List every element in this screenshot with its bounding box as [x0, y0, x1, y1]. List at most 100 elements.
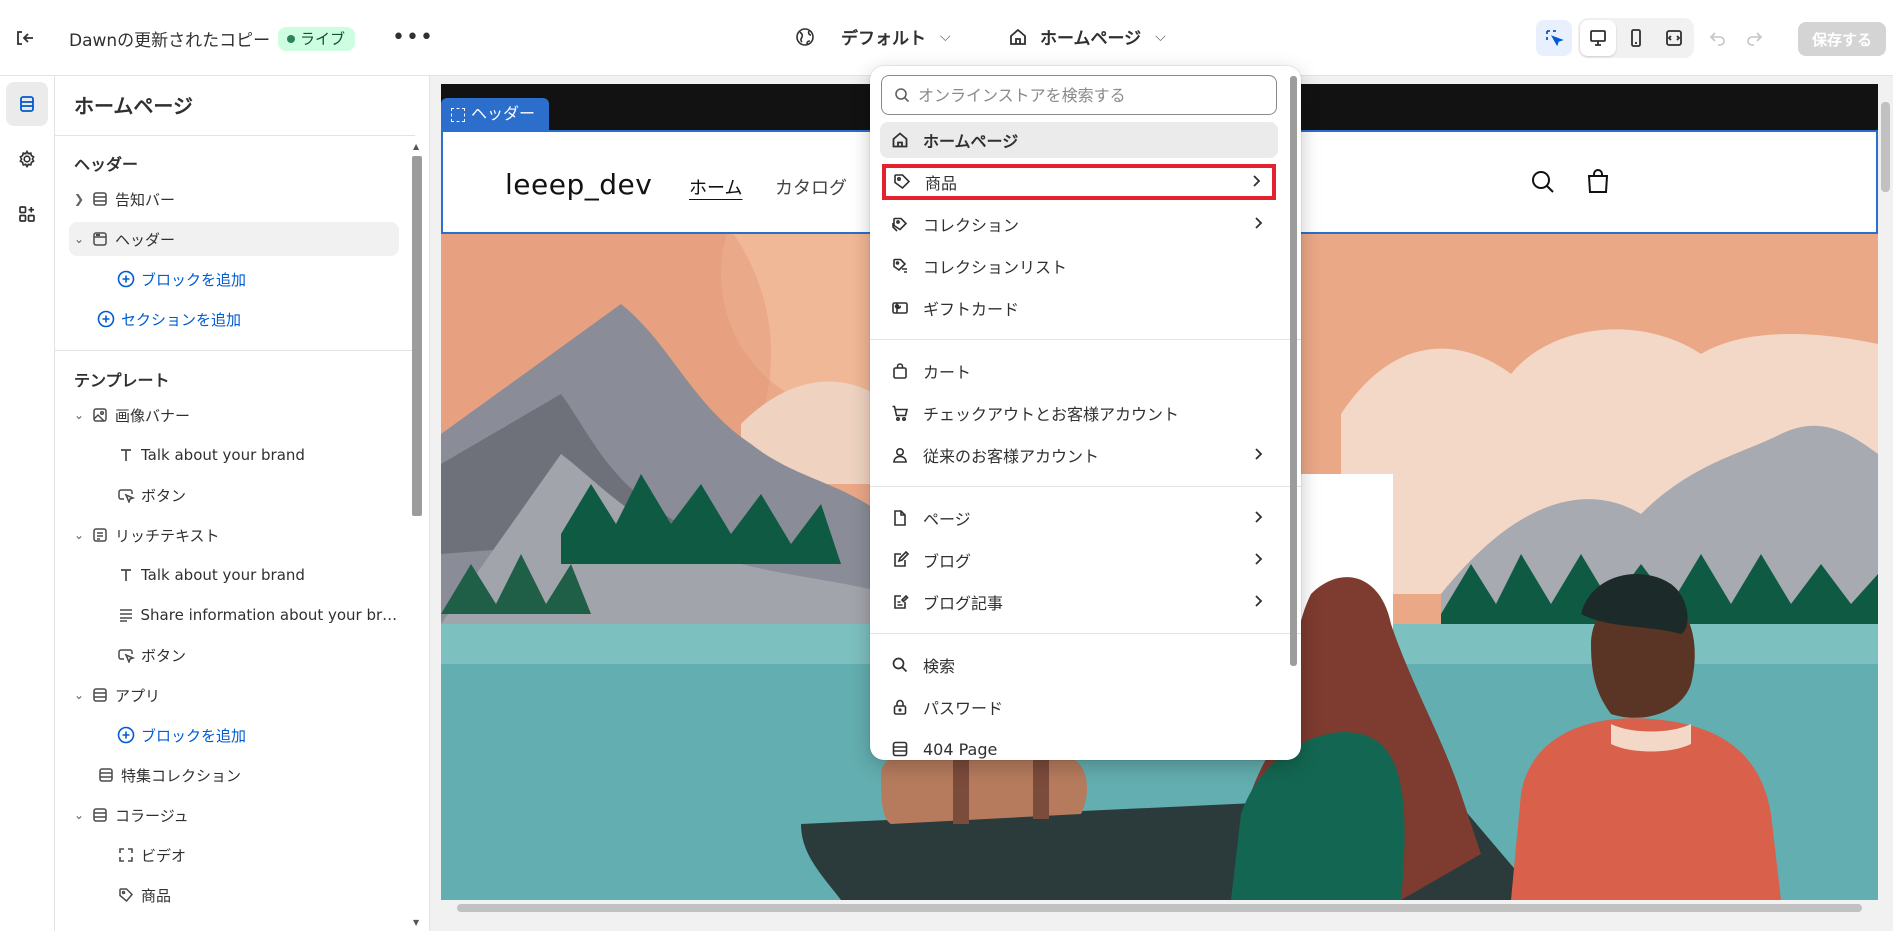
block-item-button[interactable]: ボタン: [115, 478, 429, 512]
add-block-label: ブロックを追加: [141, 270, 247, 289]
blog-post-icon: [890, 592, 910, 612]
menu-item-collection-list[interactable]: コレクションリスト: [880, 248, 1278, 284]
block-item-button[interactable]: ボタン: [115, 638, 429, 672]
rich-text-icon: [89, 524, 111, 546]
button-icon: [115, 484, 137, 506]
chevron-down-icon[interactable]: ⌄: [69, 232, 89, 246]
paragraph-icon: [115, 604, 137, 626]
chevron-right-icon: [1250, 215, 1266, 231]
page-selector[interactable]: ホームページ ⌵: [1008, 24, 1166, 49]
menu-item-label: コレクション: [923, 216, 1020, 235]
inspector-toggle-button[interactable]: [1536, 20, 1572, 56]
header-section-icon: [89, 228, 111, 250]
theme-name[interactable]: Dawnの更新されたコピー: [69, 26, 270, 51]
gear-icon[interactable]: [6, 137, 48, 181]
mobile-view-button[interactable]: [1618, 20, 1654, 56]
chevron-right-icon[interactable]: ❯: [69, 192, 89, 206]
section-icon: [89, 684, 111, 706]
section-item-apps[interactable]: ⌄ アプリ: [69, 678, 399, 712]
section-item-rich-text[interactable]: ⌄ リッチテキスト: [69, 518, 399, 552]
locale-selector[interactable]: デフォルト ⌵: [795, 24, 951, 49]
menu-item-label: 従来のお客様アカウント: [923, 447, 1100, 466]
editor-topbar: Dawnの更新されたコピー ライブ ••• デフォルト ⌵ ホームページ ⌵ 保…: [0, 0, 1893, 76]
redo-icon[interactable]: [1736, 20, 1772, 56]
sections-icon[interactable]: [6, 82, 48, 126]
search-input[interactable]: [918, 85, 1258, 105]
chevron-right-icon: [1250, 593, 1266, 609]
menu-item-legacy-accounts[interactable]: 従来のお客様アカウント: [880, 437, 1278, 473]
menu-item-label: 404 Page: [923, 739, 998, 759]
block-item-video[interactable]: ビデオ: [115, 838, 429, 872]
chevron-down-icon[interactable]: ⌄: [69, 808, 89, 822]
menu-item-pages[interactable]: ページ: [880, 500, 1278, 536]
block-item-paragraph[interactable]: Share information about your bra...: [115, 598, 400, 632]
search-icon[interactable]: [1529, 168, 1557, 196]
add-block-label: ブロックを追加: [141, 726, 247, 745]
menu-item-gift-card[interactable]: ギフトカード: [880, 290, 1278, 326]
chevron-down-icon[interactable]: ⌄: [69, 408, 89, 422]
section-icon: [890, 739, 910, 759]
store-logo[interactable]: leeep_dev: [505, 168, 652, 201]
menu-item-404[interactable]: 404 Page: [880, 731, 1278, 760]
undo-icon[interactable]: [1700, 20, 1736, 56]
header-group-heading: ヘッダー: [74, 155, 139, 174]
menu-item-products[interactable]: 商品: [882, 164, 1276, 200]
exit-icon[interactable]: [12, 26, 36, 50]
menu-item-label: カート: [923, 363, 972, 382]
add-block-button[interactable]: ブロックを追加: [115, 718, 429, 752]
gift-card-icon: [890, 298, 910, 318]
text-icon: [115, 564, 137, 586]
block-item-label: ボタン: [141, 646, 187, 665]
add-section-button[interactable]: セクションを追加: [95, 302, 425, 336]
search-icon: [890, 655, 910, 675]
tag-icon: [115, 884, 137, 906]
menu-item-cart[interactable]: カート: [880, 353, 1278, 389]
live-status-badge: ライブ: [278, 27, 356, 51]
block-item-text[interactable]: Talk about your brand: [115, 438, 429, 472]
section-icon: [95, 764, 117, 786]
preview-horizontal-scrollbar[interactable]: [441, 900, 1878, 916]
page-label: ホームページ: [1040, 29, 1142, 49]
desktop-view-button[interactable]: [1580, 20, 1616, 56]
block-item-product[interactable]: 商品: [115, 878, 429, 912]
chevron-right-icon: [1250, 509, 1266, 525]
globe-icon: [795, 27, 815, 47]
video-icon: [115, 844, 137, 866]
dropdown-scrollbar[interactable]: [1287, 68, 1299, 758]
chevron-down-icon: ⌵: [940, 28, 951, 45]
menu-item-label: チェックアウトとお客様アカウント: [923, 405, 1180, 424]
menu-item-label: パスワード: [923, 699, 1004, 718]
block-item-label: Talk about your brand: [141, 446, 305, 464]
menu-item-collections[interactable]: コレクション: [880, 206, 1278, 242]
menu-item-checkout[interactable]: チェックアウトとお客様アカウント: [880, 395, 1278, 431]
image-icon: [89, 404, 111, 426]
menu-item-homepage[interactable]: ホームページ: [880, 122, 1278, 158]
save-button[interactable]: 保存する: [1798, 22, 1886, 56]
apps-icon[interactable]: [6, 192, 48, 236]
block-item-text[interactable]: Talk about your brand: [115, 558, 429, 592]
menu-item-password[interactable]: パスワード: [880, 689, 1278, 725]
block-item-label: ボタン: [141, 486, 187, 505]
preview-vertical-scrollbar[interactable]: [1878, 84, 1893, 900]
menu-item-label: 商品: [925, 174, 958, 193]
sidebar-scrollbar-thumb[interactable]: [412, 156, 422, 516]
home-icon: [1008, 27, 1028, 47]
menu-item-search[interactable]: 検索: [880, 647, 1278, 683]
cart-icon[interactable]: [1583, 166, 1613, 196]
section-item-collage[interactable]: ⌄ コラージュ: [69, 798, 399, 832]
section-item-header[interactable]: ⌄ ヘッダー: [69, 222, 399, 256]
nav-link-catalog[interactable]: カタログ: [775, 174, 847, 200]
chevron-down-icon[interactable]: ⌄: [69, 528, 89, 542]
search-field[interactable]: [881, 75, 1277, 115]
more-actions-button[interactable]: •••: [392, 25, 434, 50]
menu-item-blogs[interactable]: ブログ: [880, 542, 1278, 578]
nav-link-home[interactable]: ホーム: [689, 174, 742, 200]
section-item-announcement-bar[interactable]: ❯ 告知バー: [69, 182, 399, 216]
section-item-featured-collection[interactable]: 特集コレクション: [95, 758, 425, 792]
chevron-down-icon[interactable]: ⌄: [69, 688, 89, 702]
add-block-button[interactable]: ブロックを追加: [115, 262, 429, 296]
menu-item-blog-posts[interactable]: ブログ記事: [880, 584, 1278, 620]
fullscreen-view-button[interactable]: [1656, 20, 1692, 56]
section-item-image-banner[interactable]: ⌄ 画像バナー: [69, 398, 399, 432]
menu-item-label: ブログ記事: [923, 594, 1004, 613]
